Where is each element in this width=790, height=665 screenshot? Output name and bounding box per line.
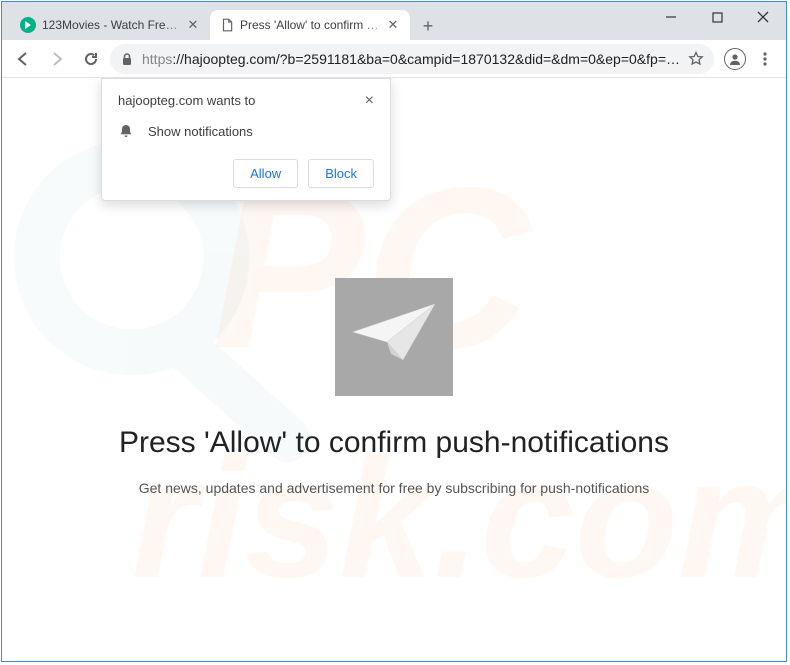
close-icon xyxy=(757,11,769,23)
kebab-icon xyxy=(757,51,773,67)
star-icon xyxy=(688,51,704,67)
tab-1[interactable]: Press 'Allow' to confirm push-notificati… xyxy=(210,10,410,40)
page-icon xyxy=(220,17,234,33)
close-icon[interactable]: ✕ xyxy=(186,18,200,32)
minimize-button[interactable] xyxy=(648,2,694,32)
arrow-left-icon xyxy=(14,50,32,68)
forward-button[interactable] xyxy=(42,44,72,74)
back-button[interactable] xyxy=(8,44,38,74)
prompt-header: hajoopteg.com wants to × xyxy=(118,93,374,109)
prompt-permission-text: Show notifications xyxy=(148,124,253,139)
prompt-actions: Allow Block xyxy=(118,159,374,188)
bell-icon xyxy=(118,123,134,139)
browser-window: 123Movies - Watch Free Movies Online ✕ P… xyxy=(1,1,787,662)
page-headline: Press 'Allow' to confirm push-notificati… xyxy=(119,426,669,460)
page-body: Press 'Allow' to confirm push-notificati… xyxy=(2,278,786,496)
lock-icon xyxy=(120,52,134,66)
maximize-button[interactable] xyxy=(694,2,740,32)
url-text: https://hajoopteg.com/?b=2591181&ba=0&ca… xyxy=(142,51,680,67)
url-scheme: https xyxy=(142,51,172,67)
tab-0[interactable]: 123Movies - Watch Free Movies Online ✕ xyxy=(10,10,210,40)
allow-button[interactable]: Allow xyxy=(233,159,298,188)
browser-toolbar: https://hajoopteg.com/?b=2591181&ba=0&ca… xyxy=(2,40,786,78)
minimize-icon xyxy=(665,11,677,23)
tab-label: 123Movies - Watch Free Movies Online xyxy=(42,18,180,32)
tab-fade xyxy=(164,10,188,40)
url-rest: ://hajoopteg.com/?b=2591181&ba=0&campid=… xyxy=(172,51,680,67)
permission-prompt: hajoopteg.com wants to × Show notificati… xyxy=(101,78,391,201)
tabs-container: 123Movies - Watch Free Movies Online ✕ P… xyxy=(2,2,442,40)
reload-icon xyxy=(82,50,100,68)
close-window-button[interactable] xyxy=(740,2,786,32)
user-icon xyxy=(728,52,742,66)
window-controls xyxy=(648,2,786,32)
block-button[interactable]: Block xyxy=(308,159,374,188)
tab-bar: 123Movies - Watch Free Movies Online ✕ P… xyxy=(2,2,786,40)
play-icon xyxy=(20,17,36,33)
prompt-origin-text: hajoopteg.com wants to xyxy=(118,93,255,108)
page-content: PC risk.com hajoopteg.com wants to × Sho… xyxy=(2,78,786,661)
new-tab-button[interactable]: + xyxy=(414,12,442,40)
tab-fade xyxy=(364,10,388,40)
profile-button[interactable] xyxy=(724,48,746,70)
tab-label: Press 'Allow' to confirm push-notificati… xyxy=(240,18,380,32)
paper-plane-icon xyxy=(351,302,437,372)
prompt-permission-row: Show notifications xyxy=(118,123,374,139)
page-subline: Get news, updates and advertisement for … xyxy=(139,480,650,496)
address-bar[interactable]: https://hajoopteg.com/?b=2591181&ba=0&ca… xyxy=(110,44,714,74)
maximize-icon xyxy=(712,12,723,23)
reload-button[interactable] xyxy=(76,44,106,74)
arrow-right-icon xyxy=(48,50,66,68)
close-icon[interactable]: ✕ xyxy=(386,18,400,32)
menu-button[interactable] xyxy=(750,44,780,74)
bookmark-button[interactable] xyxy=(688,51,704,67)
hero-image xyxy=(335,278,453,396)
prompt-close-button[interactable]: × xyxy=(365,93,374,109)
